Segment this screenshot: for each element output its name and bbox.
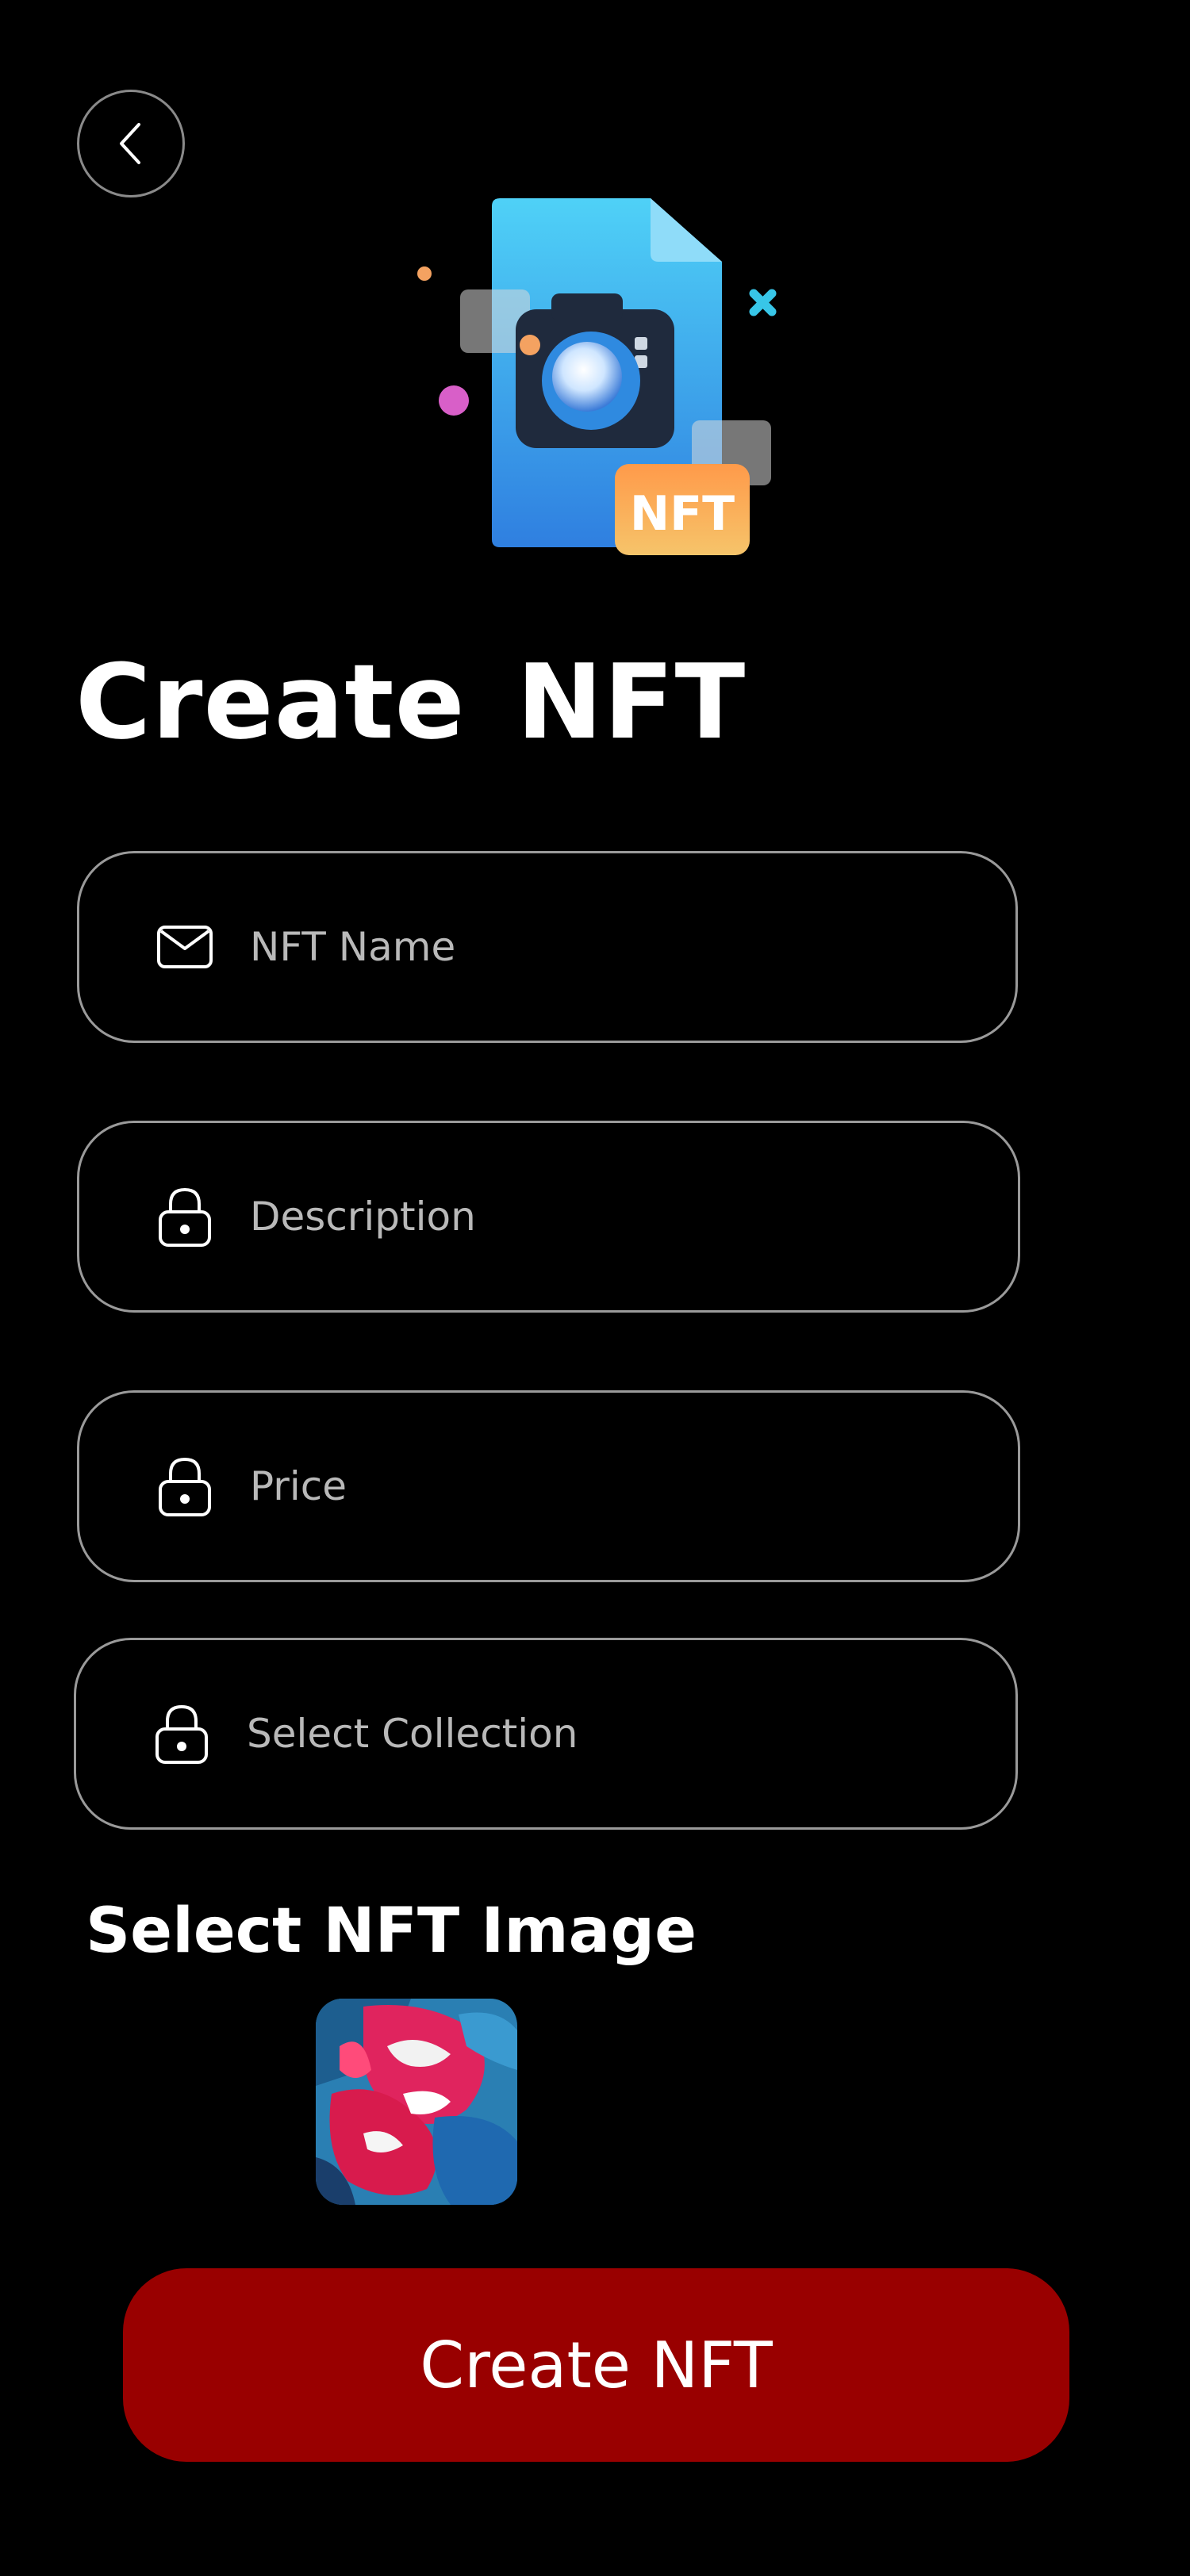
select-nft-image-label: Select NFT Image <box>86 1896 697 1967</box>
lock-icon <box>152 1704 211 1764</box>
nft-name-field[interactable]: NFT Name <box>77 851 1018 1043</box>
select-collection-placeholder: Select Collection <box>247 1711 578 1757</box>
back-button[interactable] <box>77 90 185 197</box>
mail-icon <box>155 918 214 976</box>
price-field[interactable]: Price <box>77 1390 1020 1582</box>
page-title: Create NFT <box>75 642 747 762</box>
nft-badge-text: NFT <box>630 486 735 542</box>
description-placeholder: Description <box>250 1194 476 1240</box>
lock-icon <box>155 1187 214 1247</box>
price-placeholder: Price <box>250 1463 347 1509</box>
create-nft-button[interactable]: Create NFT <box>123 2268 1069 2462</box>
nft-name-placeholder: NFT Name <box>250 924 456 970</box>
nft-image-thumbnail[interactable] <box>316 1999 517 2205</box>
chevron-left-icon <box>120 123 140 164</box>
hero-illustration: NFT <box>413 190 793 563</box>
lock-icon <box>155 1457 214 1516</box>
description-field[interactable]: Description <box>77 1121 1020 1313</box>
select-collection-field[interactable]: Select Collection <box>74 1638 1018 1830</box>
